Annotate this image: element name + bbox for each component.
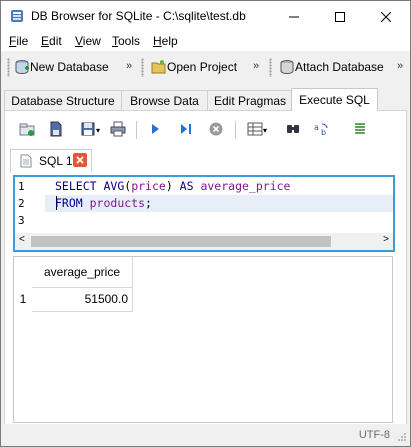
code-line-1: SELECT AVG(price) AS average_price <box>55 179 290 193</box>
toolbar-overflow-chevron[interactable]: » <box>126 60 132 72</box>
sql-document-icon <box>20 154 32 168</box>
execute-all-icon[interactable] <box>147 121 163 137</box>
row-header[interactable]: 1 <box>14 287 32 311</box>
close-icon <box>381 11 391 22</box>
save-dropdown-chevron[interactable]: ▾ <box>96 126 100 135</box>
attach-database-icon <box>280 60 294 75</box>
print-icon[interactable] <box>110 121 126 137</box>
line-number-gutter: 1 2 3 <box>15 177 45 233</box>
main-toolbar: New Database » Open Project » Attach Dat… <box>1 51 410 84</box>
open-sql-file-icon[interactable] <box>48 121 64 137</box>
toolbar-grip[interactable] <box>7 58 10 77</box>
menu-tools-rest: ools <box>118 34 141 48</box>
app-icon <box>11 10 23 22</box>
menu-view-rest: iew <box>82 34 101 48</box>
table-cell[interactable]: 51500.0 <box>32 287 133 312</box>
close-sql-tab-button[interactable] <box>73 153 87 167</box>
column-header[interactable]: average_price <box>32 257 133 288</box>
encoding-indicator: UTF-8 <box>358 429 390 441</box>
toolbar-overflow-chevron[interactable]: » <box>397 60 403 72</box>
code-token: ; <box>145 196 152 210</box>
code-token: price <box>131 179 166 193</box>
line-number: 1 <box>18 180 25 193</box>
find-text-icon[interactable] <box>285 121 301 137</box>
menu-file-rest: ile <box>16 34 29 48</box>
tab-label: Database Structure <box>11 93 115 108</box>
toolbar-separator <box>235 121 236 139</box>
scroll-left-arrow[interactable]: < <box>19 234 25 245</box>
minimize-button[interactable] <box>271 2 317 31</box>
tab-label: Execute SQL <box>299 93 370 107</box>
code-token: average_price <box>200 179 291 193</box>
code-token: products <box>89 196 146 210</box>
attach-database-label: Attach Database <box>295 60 384 74</box>
open-project-icon <box>151 60 166 74</box>
new-database-button[interactable]: New Database <box>14 56 109 78</box>
open-tab-icon[interactable] <box>19 121 35 137</box>
results-grid: average_price 1 51500.0 <box>13 256 393 423</box>
menu-help-rest: elp <box>161 34 178 48</box>
menu-bar: File Edit View Tools Help <box>1 31 410 51</box>
attach-database-button[interactable]: Attach Database <box>279 56 384 78</box>
minimize-icon <box>289 16 299 17</box>
execute-current-line-icon[interactable] <box>178 121 194 137</box>
main-tabs: Database Structure Browse Data Edit Prag… <box>1 88 410 111</box>
menu-file[interactable]: File <box>9 34 28 48</box>
code-token: SELECT <box>55 179 104 193</box>
line-number: 3 <box>18 214 25 227</box>
code-token: ) <box>165 179 180 193</box>
new-database-icon <box>15 60 29 75</box>
menu-help[interactable]: Help <box>153 34 178 48</box>
menu-view[interactable]: View <box>75 34 101 48</box>
menu-edit-rest: dit <box>49 34 62 48</box>
sql-editor[interactable]: 1 2 3 SELECT AVG(price) AS average_price… <box>13 175 395 252</box>
svg-text:a: a <box>314 123 319 132</box>
comment-lines-icon[interactable] <box>352 121 368 137</box>
find-replace-icon[interactable]: ab <box>314 121 330 137</box>
save-sql-file-icon[interactable] <box>80 121 96 137</box>
tab-database-structure[interactable]: Database Structure <box>4 90 122 110</box>
save-results-dropdown-chevron[interactable]: ▾ <box>263 126 267 135</box>
horizontal-scrollbar[interactable]: < > <box>15 233 393 250</box>
tab-browse-data[interactable]: Browse Data <box>121 90 208 110</box>
toolbar-separator <box>136 121 137 139</box>
scrollbar-thumb[interactable] <box>31 236 331 247</box>
tab-edit-pragmas[interactable]: Edit Pragmas <box>207 90 293 110</box>
maximize-button[interactable] <box>317 2 363 31</box>
scroll-right-arrow[interactable]: > <box>383 234 389 245</box>
tab-label: Browse Data <box>130 93 199 108</box>
toolbar-grip[interactable] <box>141 58 144 77</box>
sql-editor-tab[interactable]: SQL 1 <box>10 149 92 172</box>
menu-edit[interactable]: Edit <box>41 34 62 48</box>
stop-execution-icon[interactable] <box>208 121 224 137</box>
menu-tools[interactable]: Tools <box>112 34 140 48</box>
status-bar: UTF-8 <box>1 424 410 446</box>
save-results-view-icon[interactable] <box>247 121 263 137</box>
sql-tab-label: SQL 1 <box>39 154 73 168</box>
title-bar[interactable]: DB Browser for SQLite - C:\sqlite\test.d… <box>1 1 410 31</box>
maximize-icon <box>335 11 345 22</box>
tab-execute-sql[interactable]: Execute SQL <box>291 88 378 111</box>
code-line-2: FROM products; <box>55 196 152 210</box>
toolbar-grip[interactable] <box>269 58 272 77</box>
tab-label: Edit Pragmas <box>213 93 287 108</box>
line-number: 2 <box>18 197 25 210</box>
svg-text:b: b <box>321 128 326 137</box>
code-token: FROM <box>55 196 90 210</box>
close-icon <box>76 156 84 164</box>
new-database-label: New Database <box>30 60 109 74</box>
open-project-label: Open Project <box>167 60 238 74</box>
open-project-button[interactable]: Open Project <box>151 56 237 78</box>
toolbar-overflow-chevron[interactable]: » <box>253 60 259 72</box>
window-title: DB Browser for SQLite - C:\sqlite\test.d… <box>31 9 246 23</box>
code-token: AS <box>179 179 201 193</box>
close-button[interactable] <box>363 2 409 31</box>
code-token: AVG <box>103 179 125 193</box>
resize-grip-icon[interactable] <box>397 432 407 442</box>
